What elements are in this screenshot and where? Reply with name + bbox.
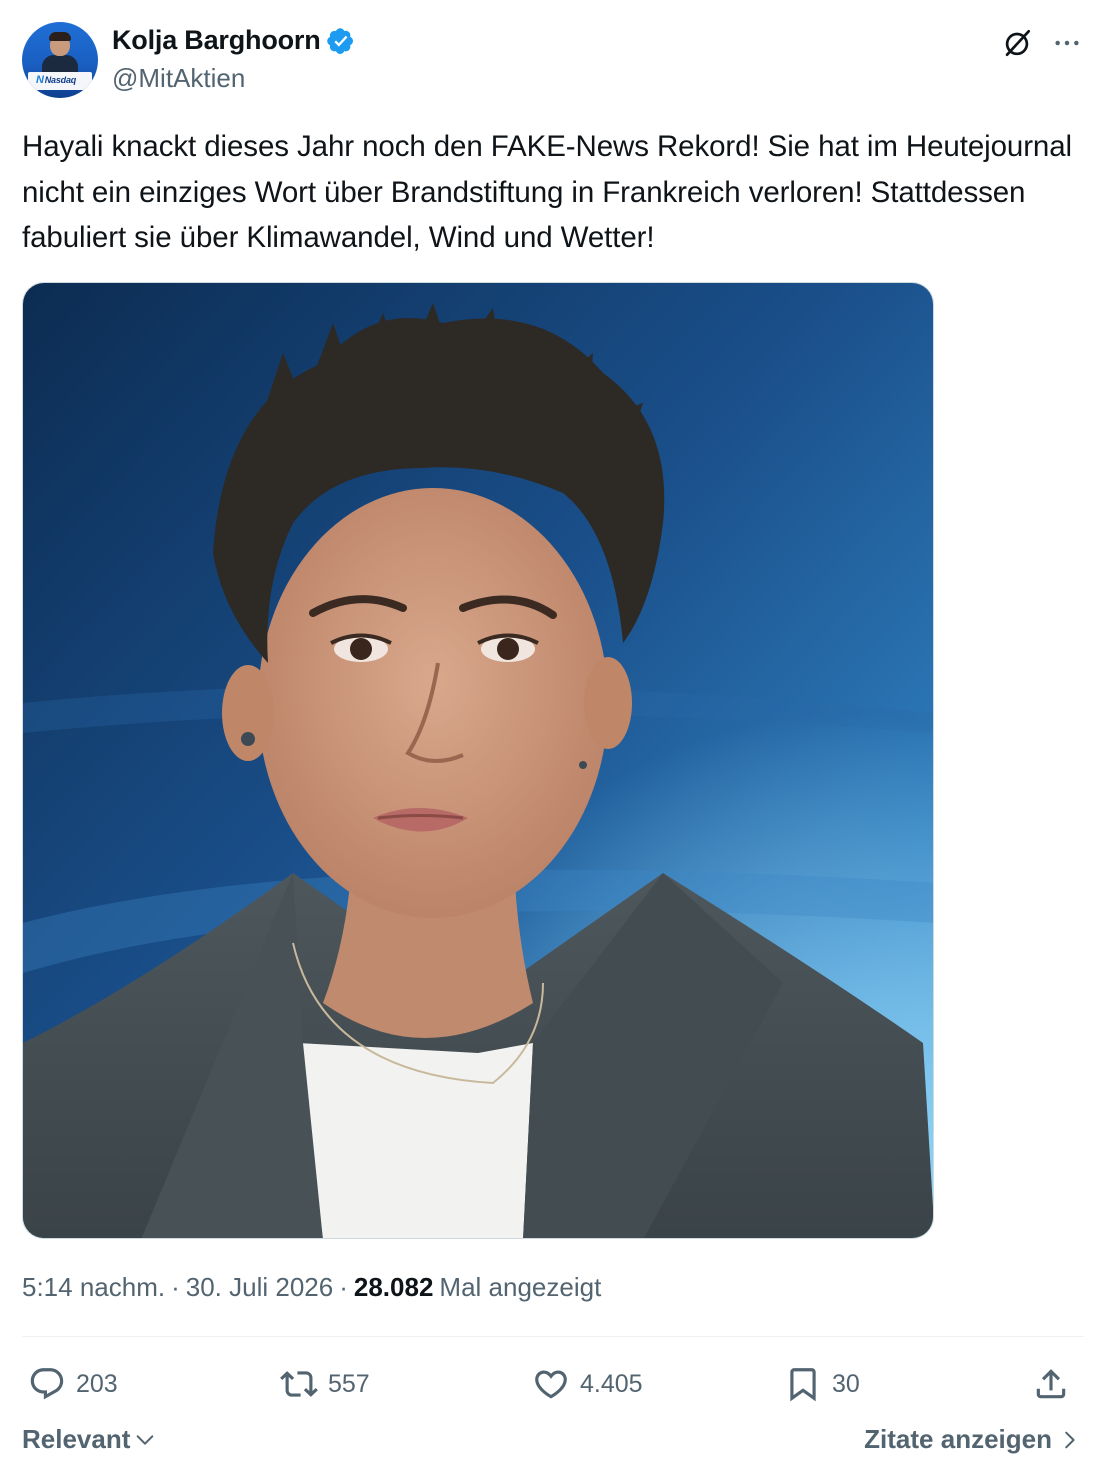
avatar[interactable]: NNasdaq (22, 22, 98, 98)
grok-icon (1005, 29, 1031, 57)
chevron-down-icon (137, 1434, 154, 1445)
meta-separator: · (339, 1272, 348, 1302)
like-count: 4.405 (580, 1369, 643, 1398)
chevron-right-icon (1065, 1431, 1075, 1448)
avatar-person-hair (49, 32, 71, 41)
meta-separator: · (171, 1272, 180, 1302)
divider (22, 1336, 1084, 1337)
tweet-header: NNasdaq Kolja Barghoorn @MitAktien (22, 22, 1082, 98)
repost-icon (280, 1371, 318, 1397)
grok-button[interactable] (998, 24, 1036, 62)
tweet-media-image[interactable] (22, 282, 934, 1239)
views-count: 28.082 (353, 1272, 434, 1302)
quotes-label: Zitate anzeigen (864, 1424, 1052, 1454)
bookmark-icon (790, 1368, 816, 1402)
reply-icon (30, 1368, 64, 1400)
heart-icon (535, 1370, 567, 1399)
sort-dropdown[interactable]: Relevant (22, 1424, 156, 1455)
avatar-logo: NNasdaq (36, 74, 77, 86)
share-icon (1036, 1369, 1066, 1399)
name-row: Kolja Barghoorn (112, 25, 355, 56)
reply-count: 203 (76, 1369, 118, 1398)
tweet-meta: 5:14 nachm. · 30. Juli 2026 · 28.082 Mal… (22, 1272, 601, 1303)
tweet-text: Hayali knackt dieses Jahr noch den FAKE-… (22, 130, 1072, 254)
verified-badge-icon[interactable] (326, 27, 355, 55)
news-anchor-photo (23, 283, 933, 1238)
share-button[interactable] (1032, 1356, 1070, 1412)
views-label: Mal angezeigt (439, 1272, 602, 1302)
avatar-logo-text: Nasdaq (44, 75, 77, 85)
like-button[interactable]: 4.405 (532, 1356, 643, 1412)
tweet-time[interactable]: 5:14 nachm. (22, 1272, 165, 1303)
reply-button[interactable]: 203 (28, 1356, 118, 1412)
handle[interactable]: @MitAktien (112, 63, 245, 94)
display-name[interactable]: Kolja Barghoorn (112, 25, 321, 56)
action-bar: 203 557 4.405 30 (22, 1356, 1084, 1412)
view-quotes-link[interactable]: Zitate anzeigen (864, 1424, 1080, 1455)
more-icon (1055, 40, 1079, 46)
repost-button[interactable]: 557 (280, 1356, 370, 1412)
more-button[interactable] (1048, 24, 1086, 62)
repost-count: 557 (328, 1369, 370, 1398)
bookmark-button[interactable]: 30 (784, 1356, 860, 1412)
bookmark-count: 30 (832, 1369, 860, 1398)
sort-label: Relevant (22, 1424, 131, 1454)
tweet-date[interactable]: 30. Juli 2026 (186, 1272, 333, 1303)
